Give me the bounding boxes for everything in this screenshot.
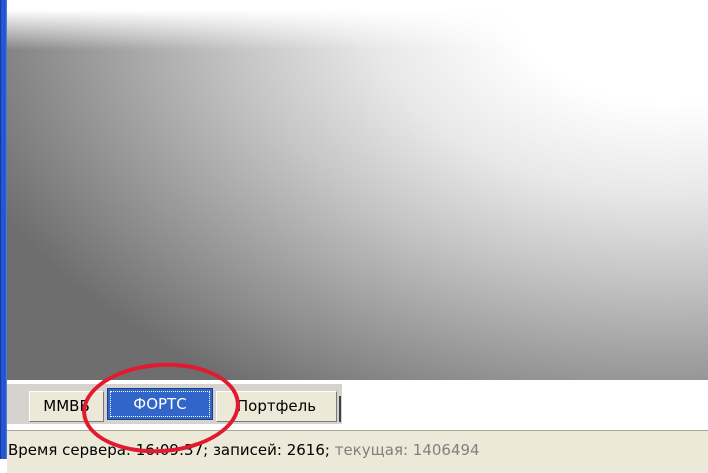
status-text: Время сервера: 16:09:37; записей: 2616; … [8, 441, 480, 459]
tab-portfolio[interactable]: Портфель [216, 391, 337, 422]
workspace-fade [7, 10, 708, 50]
application-window: ММВБ Портфель ФОРТС Время сервера: 16:09… [0, 0, 708, 473]
status-current-record: текущая: 1406494 [334, 441, 480, 459]
tab-forts[interactable]: ФОРТС [107, 388, 213, 420]
tab-strip-divider [339, 396, 341, 422]
status-server-info: Время сервера: 16:09:37; записей: 2616; [8, 441, 335, 459]
tab-mmvb[interactable]: ММВБ [29, 391, 104, 422]
window-frame-left [0, 0, 7, 473]
workspace-area [7, 10, 708, 380]
window-frame-corner [0, 459, 7, 473]
